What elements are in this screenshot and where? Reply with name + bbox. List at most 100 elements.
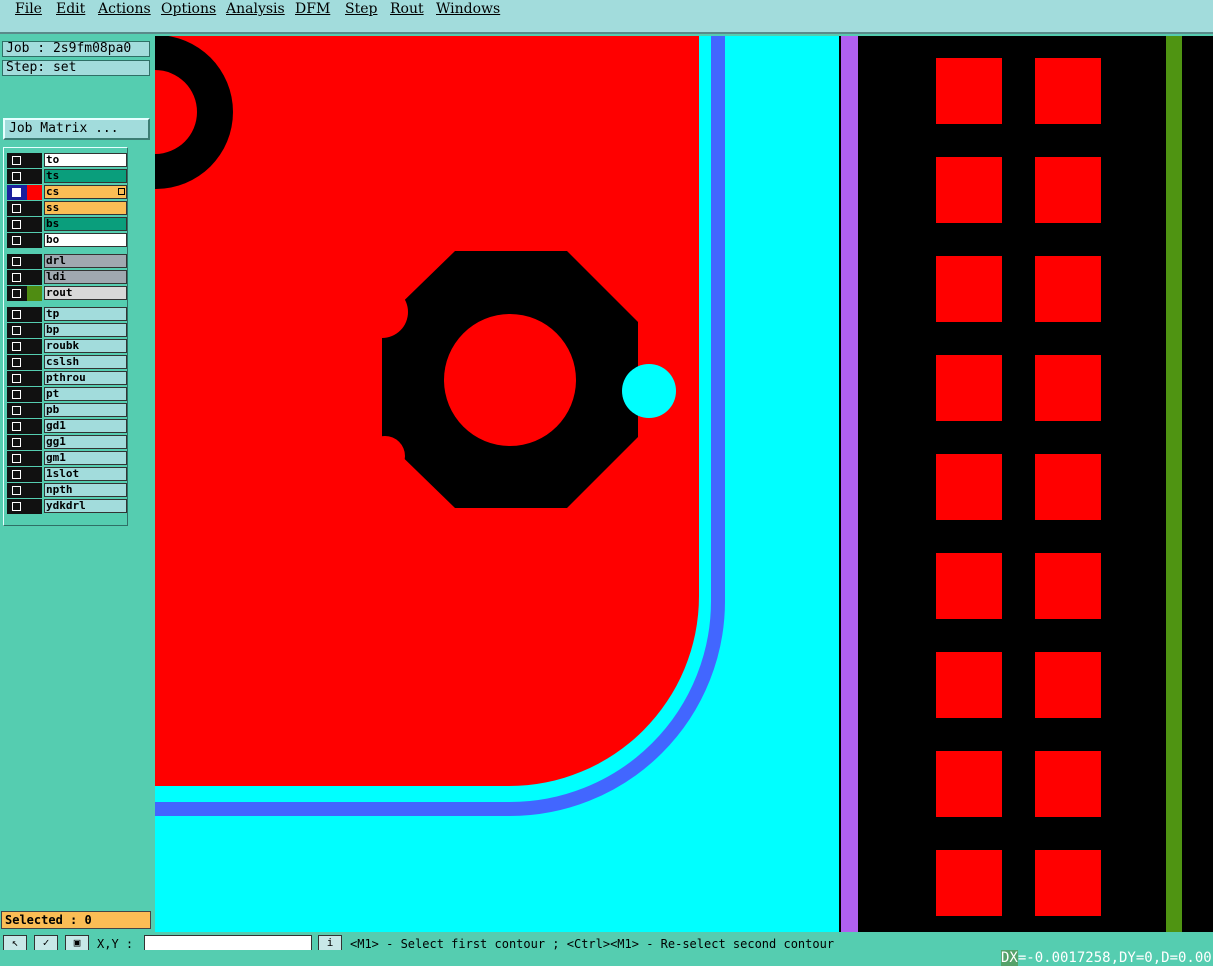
smd-pad[interactable] bbox=[936, 850, 1002, 916]
menu-rout[interactable]: Rout bbox=[390, 0, 424, 18]
layer-row-cs[interactable]: cs bbox=[7, 185, 127, 200]
layer-name[interactable]: drl bbox=[44, 254, 127, 268]
layer-row-to[interactable]: to bbox=[7, 153, 127, 168]
layer-name[interactable]: pthrou bbox=[44, 371, 127, 385]
layer-checkbox[interactable] bbox=[7, 339, 27, 354]
layer-checkbox[interactable] bbox=[7, 307, 27, 322]
layer-row-gg1[interactable]: gg1 bbox=[7, 435, 127, 450]
layer-name[interactable]: ldi bbox=[44, 270, 127, 284]
layer-name[interactable]: npth bbox=[44, 483, 127, 497]
menu-windows[interactable]: Windows bbox=[436, 0, 500, 18]
layer-checkbox[interactable] bbox=[7, 499, 27, 514]
check-icon[interactable]: ✓ bbox=[34, 935, 58, 950]
layer-color-swatch[interactable] bbox=[27, 185, 42, 200]
layer-color-swatch[interactable] bbox=[27, 419, 42, 434]
smd-pad[interactable] bbox=[1035, 256, 1101, 322]
layer-row-bs[interactable]: bs bbox=[7, 217, 127, 232]
layer-name[interactable]: cslsh bbox=[44, 355, 127, 369]
layer-checkbox[interactable] bbox=[7, 387, 27, 402]
layer-color-swatch[interactable] bbox=[27, 387, 42, 402]
smd-pad[interactable] bbox=[936, 355, 1002, 421]
info-icon[interactable]: i bbox=[318, 935, 342, 950]
layer-row-ts[interactable]: ts bbox=[7, 169, 127, 184]
layer-name[interactable]: gg1 bbox=[44, 435, 127, 449]
layer-checkbox[interactable] bbox=[7, 483, 27, 498]
smd-pad[interactable] bbox=[1035, 454, 1101, 520]
layer-checkbox[interactable] bbox=[7, 233, 27, 248]
layer-color-swatch[interactable] bbox=[27, 254, 42, 269]
layer-checkbox[interactable] bbox=[7, 371, 27, 386]
layer-row-pb[interactable]: pb bbox=[7, 403, 127, 418]
layer-checkbox[interactable] bbox=[7, 270, 27, 285]
smd-pad[interactable] bbox=[936, 256, 1002, 322]
layer-row-bp[interactable]: bp bbox=[7, 323, 127, 338]
smd-pad[interactable] bbox=[1035, 850, 1101, 916]
layer-color-swatch[interactable] bbox=[27, 371, 42, 386]
layer-row-pt[interactable]: pt bbox=[7, 387, 127, 402]
layer-color-swatch[interactable] bbox=[27, 323, 42, 338]
layer-checkbox[interactable] bbox=[7, 254, 27, 269]
layer-color-swatch[interactable] bbox=[27, 233, 42, 248]
layer-color-swatch[interactable] bbox=[27, 270, 42, 285]
layer-checkbox[interactable] bbox=[7, 185, 27, 200]
layer-checkbox[interactable] bbox=[7, 451, 27, 466]
smd-pad[interactable] bbox=[1035, 553, 1101, 619]
layer-checkbox[interactable] bbox=[7, 169, 27, 184]
layer-row-pthrou[interactable]: pthrou bbox=[7, 371, 127, 386]
layer-name[interactable]: cs bbox=[44, 185, 127, 199]
layer-name[interactable]: to bbox=[44, 153, 127, 167]
menu-edit[interactable]: Edit bbox=[56, 0, 85, 18]
pointer-icon[interactable]: ↖ bbox=[3, 935, 27, 950]
smd-pad[interactable] bbox=[1035, 58, 1101, 124]
layer-row-ss[interactable]: ss bbox=[7, 201, 127, 216]
smd-pad[interactable] bbox=[936, 454, 1002, 520]
smd-pad[interactable] bbox=[936, 157, 1002, 223]
layer-checkbox[interactable] bbox=[7, 467, 27, 482]
pcb-view[interactable] bbox=[155, 36, 1213, 932]
layer-row-rout[interactable]: rout bbox=[7, 286, 127, 301]
layer-name[interactable]: roubk bbox=[44, 339, 127, 353]
smd-pad[interactable] bbox=[1035, 157, 1101, 223]
layer-row-1slot[interactable]: 1slot bbox=[7, 467, 127, 482]
layer-row-ldi[interactable]: ldi bbox=[7, 270, 127, 285]
layer-color-swatch[interactable] bbox=[27, 217, 42, 232]
layer-checkbox[interactable] bbox=[7, 217, 27, 232]
graphics-canvas[interactable]: DX=-0.0017258,DY=0,D=0.0017258 bbox=[155, 36, 1213, 966]
layer-color-swatch[interactable] bbox=[27, 286, 42, 301]
smd-pad[interactable] bbox=[936, 58, 1002, 124]
smd-pad[interactable] bbox=[1035, 751, 1101, 817]
layer-color-swatch[interactable] bbox=[27, 499, 42, 514]
menu-analysis[interactable]: Analysis bbox=[226, 0, 285, 18]
layer-row-drl[interactable]: drl bbox=[7, 254, 127, 269]
layer-checkbox[interactable] bbox=[7, 323, 27, 338]
menu-options[interactable]: Options bbox=[161, 0, 216, 18]
layer-color-swatch[interactable] bbox=[27, 153, 42, 168]
layer-name[interactable]: tp bbox=[44, 307, 127, 321]
layer-checkbox[interactable] bbox=[7, 355, 27, 370]
layer-row-gm1[interactable]: gm1 bbox=[7, 451, 127, 466]
layer-color-swatch[interactable] bbox=[27, 201, 42, 216]
layer-name[interactable]: bs bbox=[44, 217, 127, 231]
layer-name[interactable]: pb bbox=[44, 403, 127, 417]
layer-color-swatch[interactable] bbox=[27, 483, 42, 498]
layer-color-swatch[interactable] bbox=[27, 307, 42, 322]
window-icon[interactable]: ▣ bbox=[65, 935, 89, 950]
job-matrix-button[interactable]: Job Matrix ... bbox=[3, 118, 150, 140]
smd-pad[interactable] bbox=[936, 553, 1002, 619]
layer-color-swatch[interactable] bbox=[27, 355, 42, 370]
layer-color-swatch[interactable] bbox=[27, 435, 42, 450]
layer-color-swatch[interactable] bbox=[27, 403, 42, 418]
layer-name[interactable]: bo bbox=[44, 233, 127, 247]
menu-file[interactable]: File bbox=[15, 0, 42, 18]
layer-row-cslsh[interactable]: cslsh bbox=[7, 355, 127, 370]
layer-color-swatch[interactable] bbox=[27, 451, 42, 466]
layer-name[interactable]: ydkdrl bbox=[44, 499, 127, 513]
layer-row-bo[interactable]: bo bbox=[7, 233, 127, 248]
smd-pad[interactable] bbox=[936, 751, 1002, 817]
layer-checkbox[interactable] bbox=[7, 419, 27, 434]
smd-pad[interactable] bbox=[1035, 652, 1101, 718]
layer-row-tp[interactable]: tp bbox=[7, 307, 127, 322]
menu-dfm[interactable]: DFM bbox=[295, 0, 330, 18]
layer-name[interactable]: bp bbox=[44, 323, 127, 337]
layer-row-gd1[interactable]: gd1 bbox=[7, 419, 127, 434]
